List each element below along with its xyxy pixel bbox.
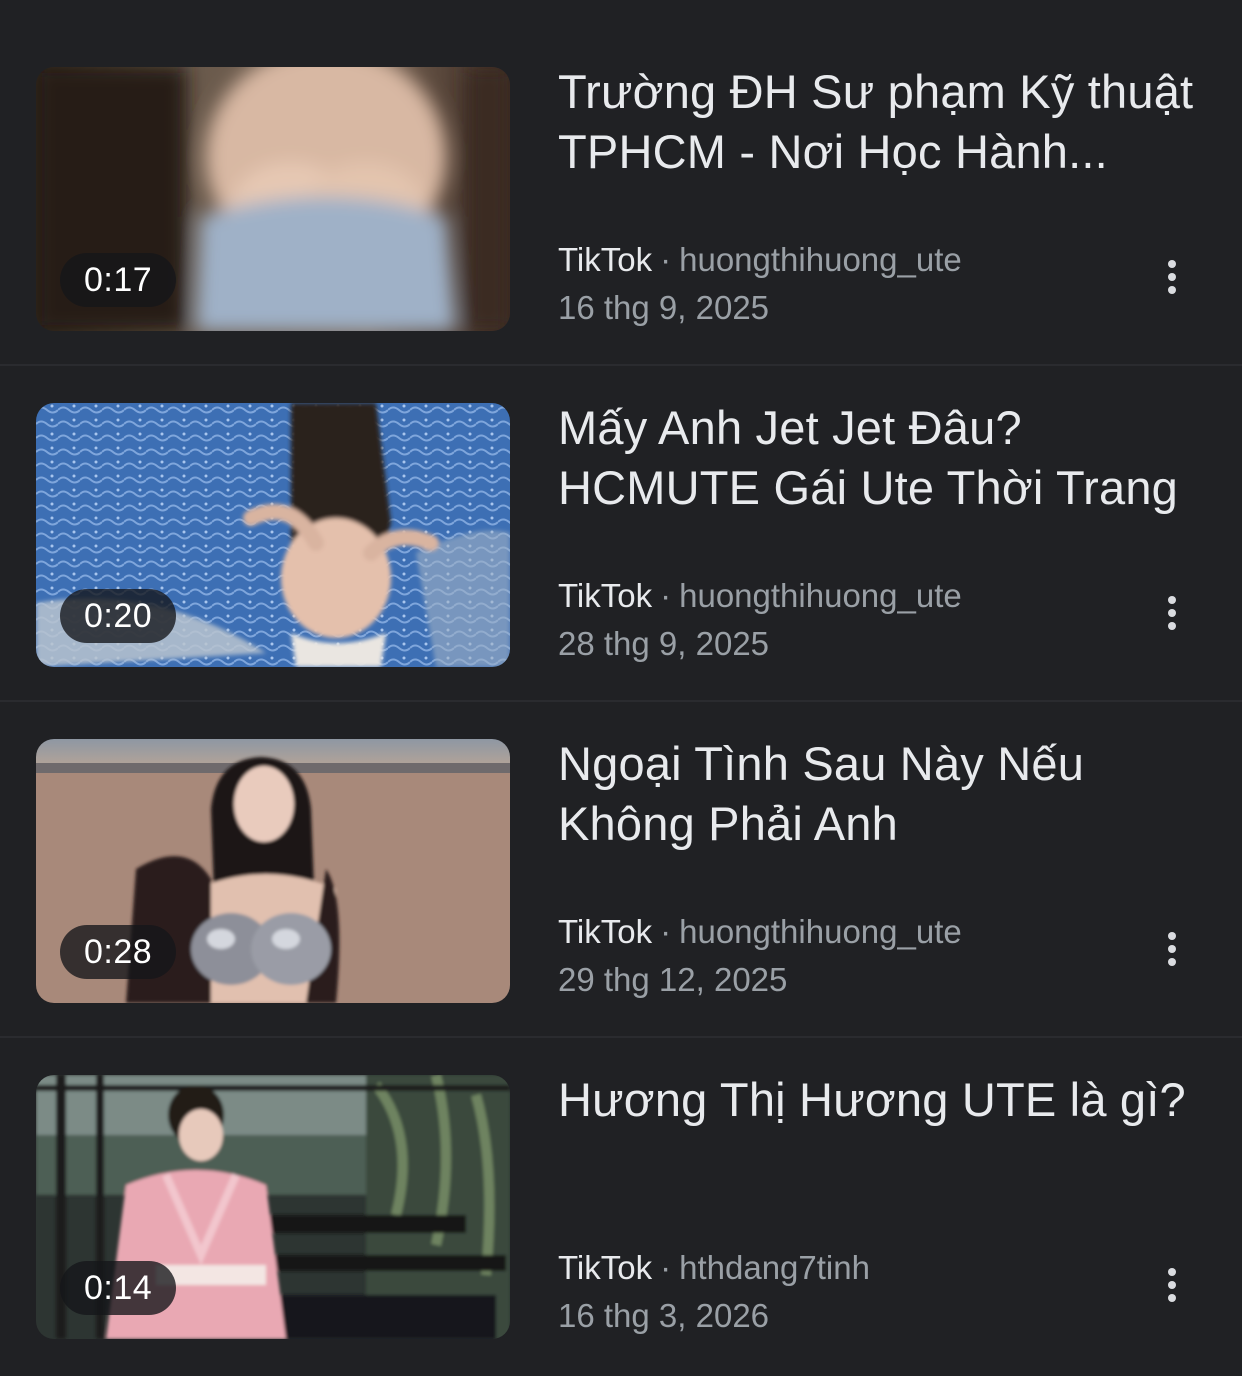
video-title[interactable]: Trường ĐH Sư phạm Kỹ thuật TPHCM - Nơi H…	[558, 62, 1208, 182]
more-vert-icon[interactable]	[1152, 1260, 1192, 1310]
video-thumbnail[interactable]: 0:14	[36, 1075, 510, 1339]
meta-separator: ·	[660, 913, 672, 950]
video-result-item[interactable]: 0:14 Hương Thị Hương UTE là gì? TikTok · h…	[0, 1008, 1242, 1344]
video-title[interactable]: Hương Thị Hương UTE là gì?	[558, 1070, 1208, 1130]
duration-badge: 0:14	[60, 1261, 177, 1315]
source-name: TikTok	[558, 577, 653, 614]
video-thumbnail[interactable]: 0:28	[36, 739, 510, 1003]
video-thumbnail[interactable]: 0:20	[36, 403, 510, 667]
channel-name: huongthihuong_ute	[679, 241, 962, 278]
duration-badge: 0:17	[60, 253, 177, 307]
video-meta: TikTok · huongthihuong_ute	[558, 238, 962, 282]
video-result-item[interactable]: 0:17 Trường ĐH Sư phạm Kỹ thuật TPHCM - …	[0, 0, 1242, 336]
source-name: TikTok	[558, 913, 653, 950]
meta-separator: ·	[660, 1249, 672, 1286]
channel-name: hthdang7tinh	[679, 1249, 870, 1286]
upload-date: 16 thg 9, 2025	[558, 289, 770, 326]
duration-badge: 0:28	[60, 925, 177, 979]
channel-name: huongthihuong_ute	[679, 577, 962, 614]
video-title[interactable]: Ngoại Tình Sau Này Nếu Không Phải Anh	[558, 734, 1208, 854]
source-name: TikTok	[558, 1249, 653, 1286]
upload-date: 28 thg 9, 2025	[558, 625, 770, 662]
video-title[interactable]: Mấy Anh Jet Jet Đâu? HCMUTE Gái Ute Thời…	[558, 398, 1208, 518]
upload-date: 16 thg 3, 2026	[558, 1297, 770, 1334]
duration-badge: 0:20	[60, 589, 177, 643]
video-thumbnail[interactable]: 0:17	[36, 67, 510, 331]
upload-date: 29 thg 12, 2025	[558, 961, 788, 998]
more-vert-icon[interactable]	[1152, 252, 1192, 302]
video-meta: TikTok · huongthihuong_ute	[558, 910, 962, 954]
more-vert-icon[interactable]	[1152, 588, 1192, 638]
video-result-item[interactable]: 0:20 Mấy Anh Jet Jet Đâu? HCMUTE Gái Ute…	[0, 336, 1242, 672]
more-vert-icon[interactable]	[1152, 924, 1192, 974]
video-results-list: 0:17 Trường ĐH Sư phạm Kỹ thuật TPHCM - …	[0, 0, 1242, 1376]
video-meta: TikTok · huongthihuong_ute	[558, 574, 962, 618]
source-name: TikTok	[558, 241, 653, 278]
meta-separator: ·	[660, 577, 672, 614]
channel-name: huongthihuong_ute	[679, 913, 962, 950]
video-result-item[interactable]: 0:28 Ngoại Tình Sau Này Nếu Không Phải A…	[0, 672, 1242, 1008]
meta-separator: ·	[660, 241, 672, 278]
video-meta: TikTok · hthdang7tinh	[558, 1246, 870, 1290]
